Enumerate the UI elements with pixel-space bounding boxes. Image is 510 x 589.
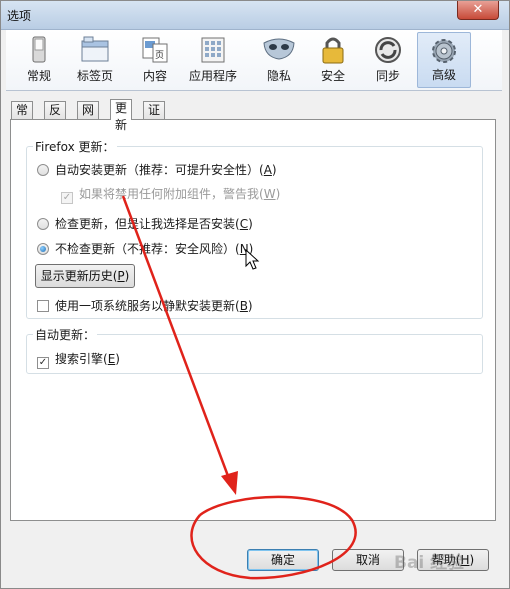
switch-icon <box>32 36 46 63</box>
pane-content-label: 内容 <box>142 69 167 83</box>
warn-addons-label-tail: ) <box>275 187 281 201</box>
search-engines-label: 搜索引擎( <box>55 352 108 366</box>
pane-privacy-label: 隐私 <box>266 69 291 83</box>
pane-tabs-label: 标签页 <box>76 69 113 83</box>
firefox-update-group: Firefox 更新： 自动安装更新（推荐：可提升安全性）(A) ✓ 如果将禁用任… <box>26 138 483 319</box>
never-check-label-tail: ) <box>248 242 254 256</box>
pane-privacy[interactable]: 隐私 <box>252 32 306 88</box>
pane-security[interactable]: 安全 <box>306 32 360 88</box>
pane-general[interactable]: 常规 <box>12 32 66 88</box>
pane-sync-label: 同步 <box>375 69 400 83</box>
pane-general-label: 常规 <box>26 69 51 83</box>
never-check-accesskey: N <box>239 242 249 256</box>
show-history-label-tail: ) <box>124 269 130 283</box>
firefox-update-legend: Firefox 更新： <box>33 138 117 155</box>
background-service-label: 使用一项系统服务以静默安装更新( <box>55 299 240 313</box>
tab-general[interactable]: 常规 <box>11 101 34 134</box>
warn-addons-label: 如果将禁用任何附加组件，警告我( <box>79 187 264 201</box>
show-history-label: 显示更新历史( <box>40 269 118 283</box>
check-only-option[interactable]: 检查更新，但是让我选择是否安装(C) <box>37 215 253 232</box>
warn-addons-accesskey: W <box>263 187 276 201</box>
tab-certificates[interactable]: 证书 <box>143 101 166 134</box>
search-engines-checkbox[interactable]: ✓ <box>37 357 49 369</box>
ok-button[interactable]: 确定 <box>247 549 319 571</box>
sync-icon <box>375 37 401 63</box>
preferences-toolbar: 常规 标签页 页 内容 应用程序 隐私 安全 同步 高级 <box>6 30 502 91</box>
watermark: Bai 经验 <box>394 553 465 573</box>
mask-icon <box>263 38 295 60</box>
background-service-accesskey: B <box>239 299 248 313</box>
warn-addons-checkbox: ✓ <box>61 192 73 204</box>
padlock-icon <box>322 37 344 64</box>
pane-content[interactable]: 页 内容 <box>128 32 182 88</box>
svg-text:页: 页 <box>155 50 164 61</box>
auto-install-radio[interactable] <box>37 164 49 176</box>
tab-feedback[interactable]: 反馈 <box>44 101 67 134</box>
auto-update-group: 自动更新： ✓ 搜索引擎(E) <box>26 326 483 374</box>
never-check-radio[interactable] <box>37 243 49 255</box>
pane-sync[interactable]: 同步 <box>361 32 415 88</box>
check-only-radio[interactable] <box>37 218 49 230</box>
pane-advanced-label: 高级 <box>431 68 456 82</box>
show-history-accesskey: P <box>117 269 125 283</box>
tab-network[interactable]: 网络 <box>77 101 100 134</box>
update-panel: Firefox 更新： 自动安装更新（推荐：可提升安全性）(A) ✓ 如果将禁用任… <box>10 119 496 521</box>
auto-install-label-tail: ) <box>271 163 277 177</box>
background-service-option[interactable]: 使用一项系统服务以静默安装更新(B) <box>37 297 253 314</box>
never-check-label: 不检查更新（不推荐：安全风险）( <box>55 242 240 256</box>
close-icon: ✕ <box>472 2 484 17</box>
tabs-window-icon <box>81 36 109 62</box>
auto-update-legend: 自动更新： <box>33 326 98 343</box>
options-dialog: 选项 ✕ 常规 标签页 页 内容 应用程序 隐私 安全 同步 高级 常 反 网 … <box>0 0 510 589</box>
tab-update[interactable]: 更新 <box>110 99 133 132</box>
search-engines-option[interactable]: ✓ 搜索引擎(E) <box>37 350 120 369</box>
pane-applications[interactable]: 应用程序 <box>186 32 240 88</box>
auto-install-accesskey: A <box>263 163 272 177</box>
pane-advanced[interactable]: 高级 <box>417 32 471 88</box>
check-only-accesskey: C <box>239 217 249 231</box>
check-only-label: 检查更新，但是让我选择是否安装( <box>55 217 240 231</box>
auto-install-option[interactable]: 自动安装更新（推荐：可提升安全性）(A) <box>37 161 277 178</box>
background-service-label-tail: ) <box>247 299 253 313</box>
title-bar[interactable]: 选项 ✕ <box>1 1 509 30</box>
pane-security-label: 安全 <box>320 69 345 83</box>
pane-applications-label: 应用程序 <box>188 69 237 83</box>
background-service-checkbox[interactable] <box>37 300 49 312</box>
search-engines-label-tail: ) <box>115 352 120 366</box>
show-history-button[interactable]: 显示更新历史(P) <box>35 264 135 288</box>
never-check-option[interactable]: 不检查更新（不推荐：安全风险）(N) <box>37 240 253 257</box>
gear-icon <box>432 39 456 63</box>
content-page-icon: 页 <box>142 37 168 63</box>
pane-tabs[interactable]: 标签页 <box>68 32 122 88</box>
applications-icon <box>201 37 225 63</box>
window-title: 选项 <box>7 9 32 23</box>
close-button[interactable]: ✕ <box>457 1 499 20</box>
check-only-label-tail: ) <box>248 217 253 231</box>
warn-addons-option: ✓ 如果将禁用任何附加组件，警告我(W) <box>61 185 280 204</box>
help-label-tail: ) <box>469 553 475 567</box>
auto-install-label: 自动安装更新（推荐：可提升安全性）( <box>55 163 264 177</box>
